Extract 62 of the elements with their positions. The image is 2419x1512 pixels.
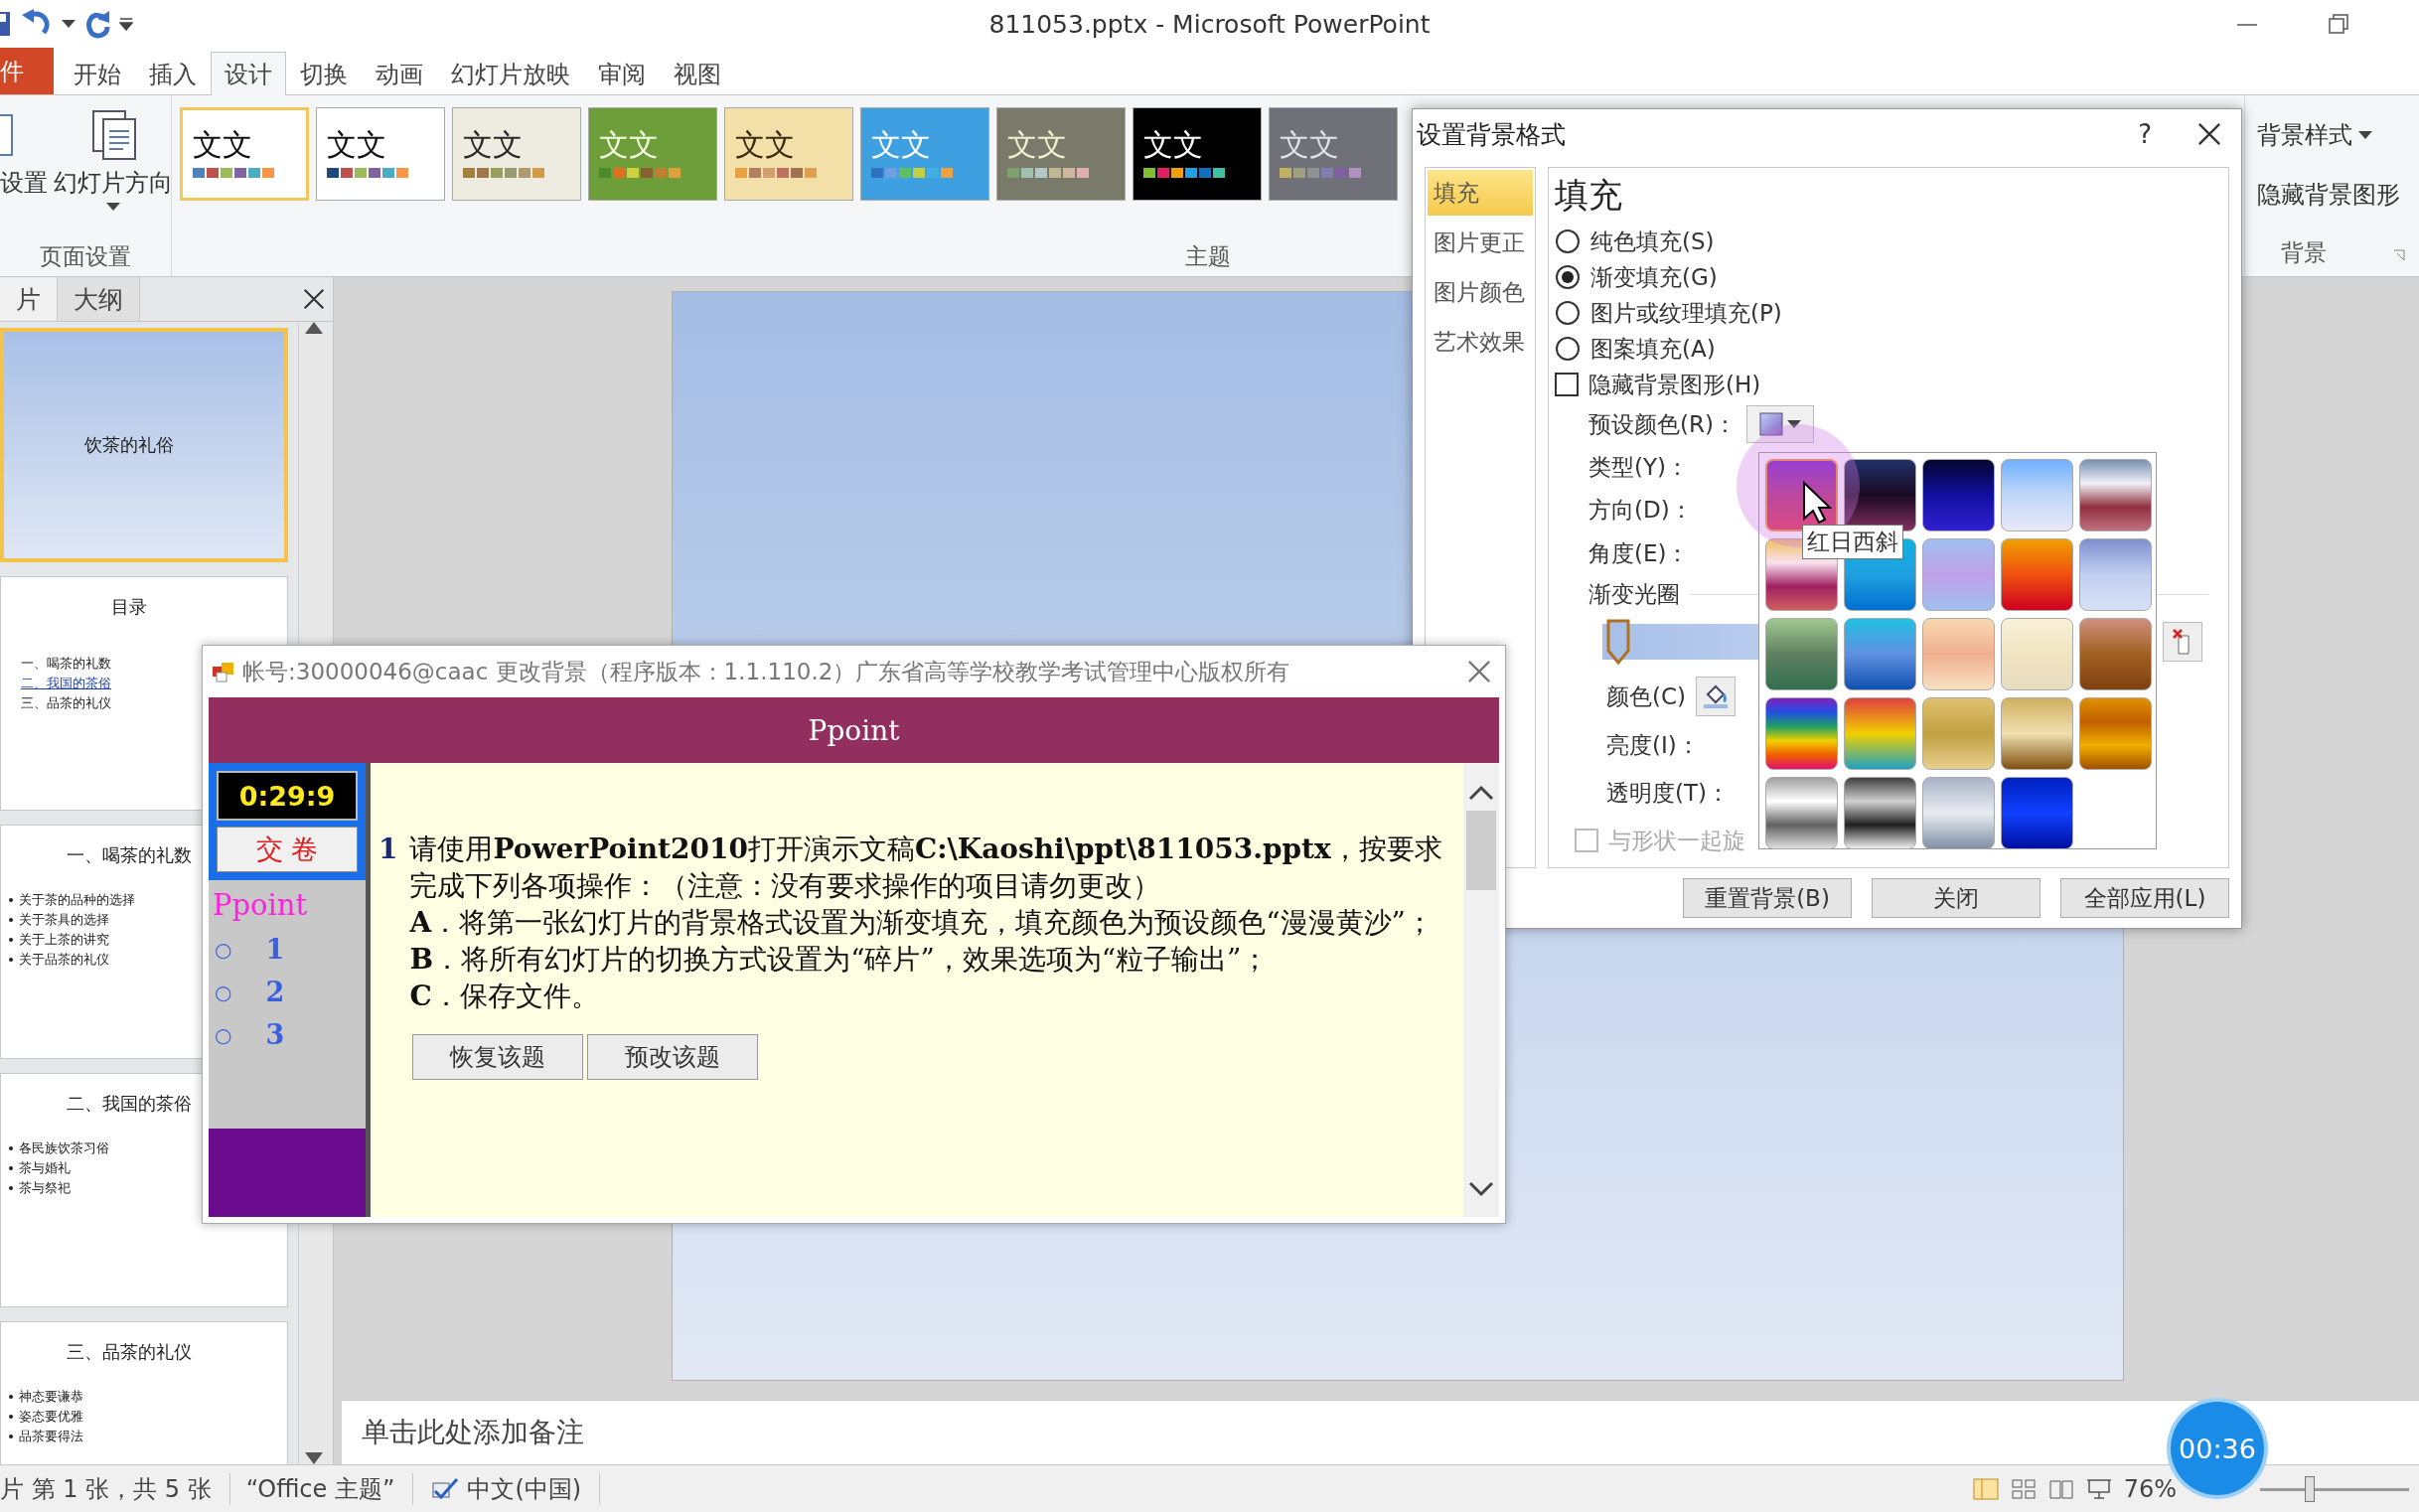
pane-heading: 填充 [1555, 174, 1622, 217]
slide-text: 三、品茶的礼仪 [21, 694, 111, 712]
slide-text: 茶与祭祀 [19, 1179, 71, 1197]
slide-title: 目录 [111, 595, 147, 619]
dialog-title: 设置背景格式 [1417, 118, 1566, 151]
language-indicator: 中文(中国) [467, 1472, 601, 1505]
radio-label: 渐变填充(G) [1590, 262, 1718, 292]
question-marker: ○ [215, 937, 232, 962]
field-label: 颜色(C) [1606, 681, 1686, 711]
slide-title: 三、品茶的礼仪 [67, 1340, 192, 1364]
slide-title: 一、喝茶的礼数 [67, 843, 192, 867]
checkbox-label: 与形状一起旋 [1608, 826, 1745, 855]
question-number: 1 [378, 832, 398, 867]
theme-sample-text: 文文 [599, 130, 659, 160]
slide-text: 神态要谦恭 [19, 1388, 83, 1406]
slide-text: 关于茶具的选择 [19, 911, 109, 929]
checkbox-label: 隐藏背景图形(H) [1588, 370, 1761, 399]
theme-name: “Office 主题” [245, 1472, 414, 1505]
slide-text: 关于品茶的礼仪 [19, 951, 109, 969]
slide-link: 二、我国的茶俗 [21, 675, 111, 692]
slide-text: 茶与婚礼 [19, 1159, 71, 1177]
slide-title: 饮茶的礼俗 [84, 433, 174, 457]
field-label: 预设颜色(R)： [1588, 409, 1737, 439]
slide-text: 关于上茶的讲究 [19, 931, 109, 949]
question-marker: ○ [215, 980, 232, 1004]
slide-text: 各民族饮茶习俗 [19, 1139, 109, 1157]
slide-text: 姿态要优雅 [19, 1408, 83, 1426]
group-label: 页面设置 [40, 242, 131, 271]
countdown-timer: 0:29:9 [217, 771, 358, 821]
theme-sample-text: 文文 [327, 130, 386, 160]
theme-sample-text: 文文 [1143, 130, 1203, 160]
exam-header-title: Ppoint [808, 713, 900, 747]
question-text: A．将第一张幻灯片的背景格式设置为渐变填充，填充颜色为预设颜色“漫漫黄沙”； [409, 905, 1435, 941]
field-label: 亮度(I)： [1606, 730, 1700, 760]
section-label: 渐变光圈 [1588, 579, 1680, 609]
window-title: 811053.pptx - Microsoft PowerPoint [988, 9, 1431, 39]
question-text: 请使用PowerPoint2010打开演示文稿C:\Kaoshi\ppt\811053.pptx，按要求完成下列各项操作：（注意：没有要求操作的项目请勿更改） [409, 832, 1443, 904]
group-label: 背景 [2281, 238, 2327, 267]
question-marker: ○ [215, 1022, 232, 1047]
slide-text: 关于茶的品种的选择 [19, 891, 135, 909]
field-label: 方向(D)： [1588, 496, 1693, 525]
theme-sample-text: 文文 [193, 130, 252, 160]
field-label: 透明度(T)： [1606, 778, 1730, 808]
notes-placeholder: 单击此处添加备注 [362, 1415, 584, 1450]
slide-text: 品茶要得法 [19, 1428, 83, 1445]
theme-sample-text: 文文 [735, 130, 795, 160]
tooltip: 红日西斜 [1802, 525, 1903, 559]
group-label: 主题 [1185, 242, 1231, 271]
theme-sample-text: 文文 [1007, 130, 1067, 160]
radio-label: 图案填充(A) [1590, 334, 1716, 364]
theme-sample-text: 文文 [463, 130, 523, 160]
question-text: B．将所有幻灯片的切换方式设置为“碎片”，效果选项为“粒子输出”； [409, 942, 1271, 978]
field-label: 类型(Y)： [1588, 453, 1689, 482]
slide-counter: 片 第 1 张，共 5 张 [0, 1472, 230, 1505]
theme-sample-text: 文文 [1280, 130, 1339, 160]
radio-label: 图片或纹理填充(P) [1590, 298, 1782, 328]
field-label: 角度(E)： [1588, 539, 1690, 568]
slide-text: 一、喝茶的礼数 [21, 655, 111, 673]
radio-label: 纯色填充(S) [1590, 227, 1715, 256]
slide-title: 二、我国的茶俗 [67, 1092, 192, 1116]
question-text: C．保存文件。 [409, 979, 600, 1014]
theme-sample-text: 文文 [871, 130, 931, 160]
